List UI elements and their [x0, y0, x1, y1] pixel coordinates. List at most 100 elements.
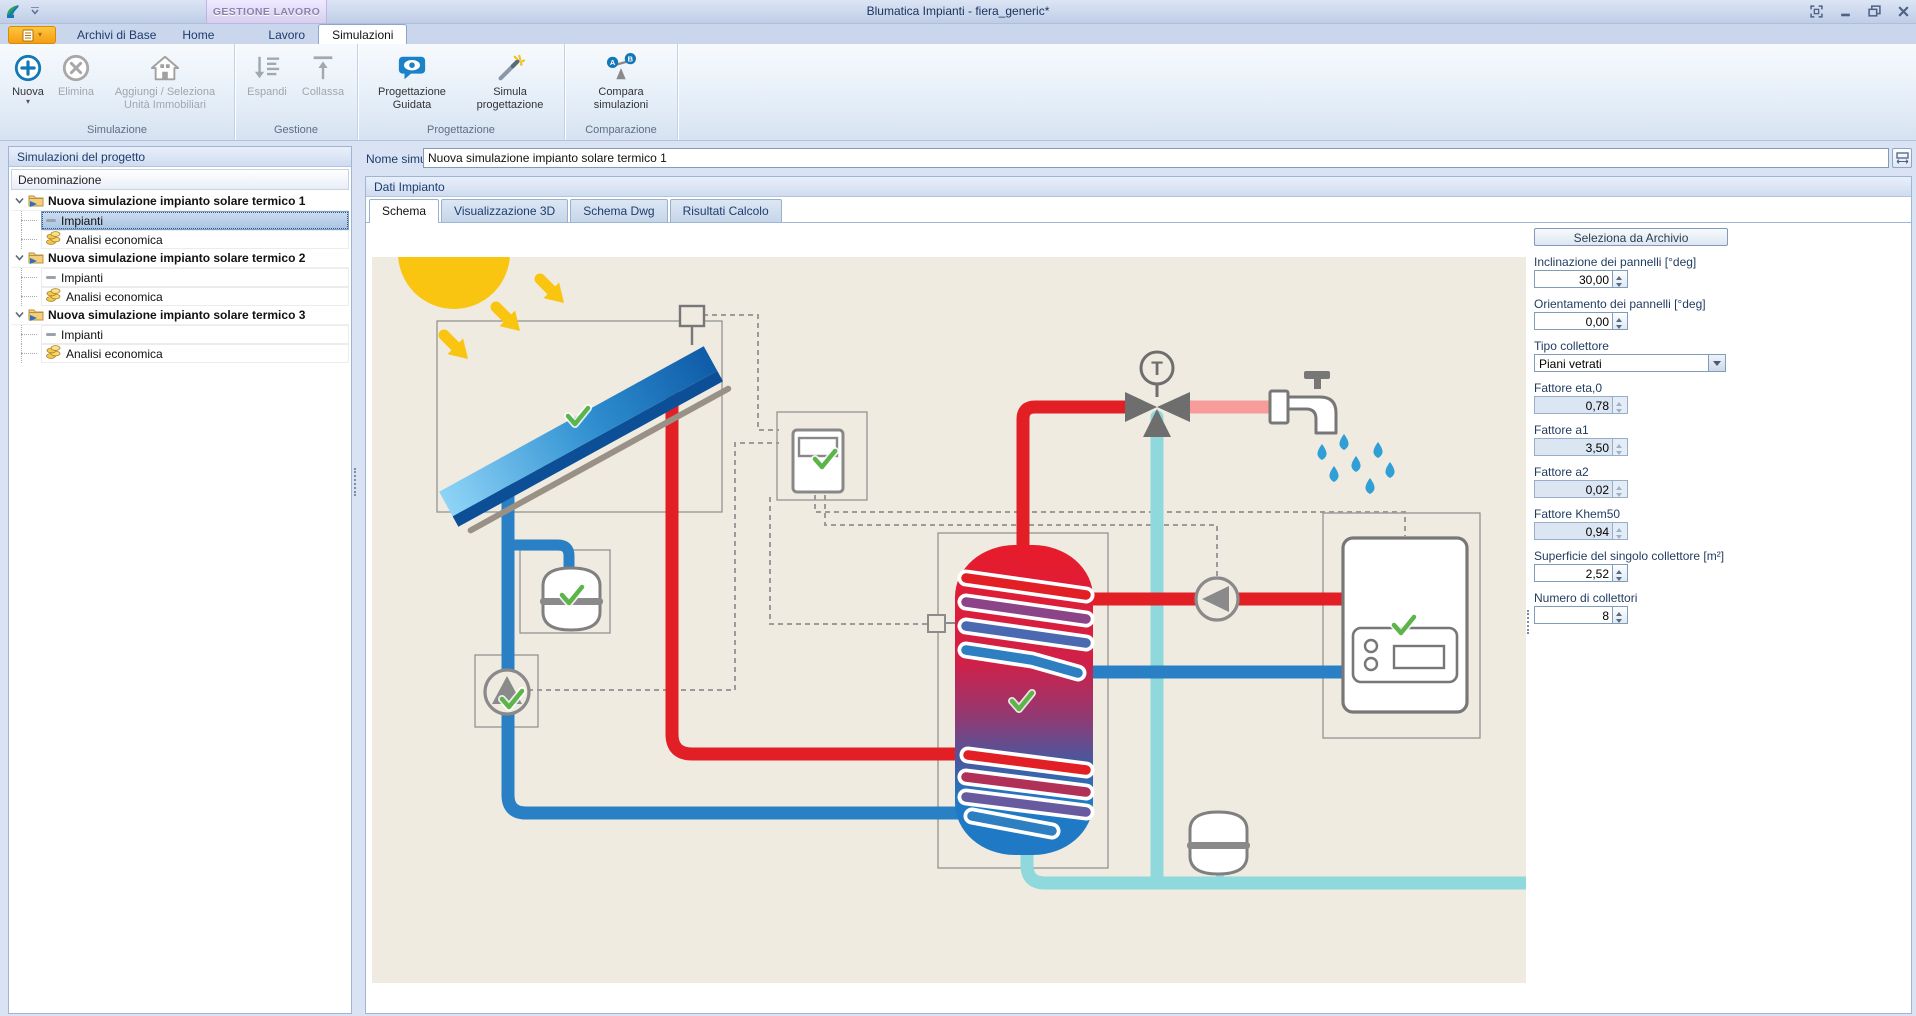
tab-schema-dwg[interactable]: Schema Dwg: [570, 199, 667, 222]
ribbon-tab-simulazioni[interactable]: Simulazioni: [318, 24, 407, 44]
simula-progettazione-button[interactable]: Simula progettazione: [461, 46, 559, 111]
group-label-comparazione: Comparazione: [570, 124, 672, 140]
document-tabs: SchemaVisualizzazione 3DSchema DwgRisult…: [366, 197, 1911, 223]
dash-icon: [46, 219, 56, 222]
param-field-superficie-collettore[interactable]: 2,52: [1534, 564, 1628, 582]
tree-node-label: Impianti: [61, 328, 103, 342]
tree-row[interactable]: Impianti: [41, 325, 349, 344]
expand-arrow-icon[interactable]: [15, 194, 24, 208]
tree-node-analisi-economica[interactable]: Analisi economica: [11, 344, 349, 363]
fullscreen-button[interactable]: [1810, 5, 1823, 18]
tree-node-impianti[interactable]: Impianti: [11, 211, 349, 230]
spinner: [1612, 397, 1627, 413]
field-width-icon: [1896, 152, 1909, 164]
ribbon-group-simulazione: Nuova ▾ Elimina Aggiungi / Seleziona Uni…: [0, 44, 235, 140]
solar-thermal-schema[interactable]: T: [372, 257, 1526, 983]
group-label-simulazione: Simulazione: [5, 124, 229, 140]
ribbon: Nuova ▾ Elimina Aggiungi / Seleziona Uni…: [0, 44, 1916, 141]
restore-button[interactable]: [1868, 5, 1881, 18]
expand-arrow-icon[interactable]: [15, 308, 24, 322]
solar-collector[interactable]: [439, 344, 732, 537]
spinner-up-icon: [1613, 397, 1627, 405]
tab-schema[interactable]: Schema: [369, 199, 439, 223]
ribbon-tab-lavoro[interactable]: Lavoro: [255, 25, 318, 44]
tree-node-label: Impianti: [61, 214, 103, 228]
expand-arrow-icon[interactable]: [15, 251, 24, 265]
field-width-button[interactable]: [1892, 148, 1912, 168]
application-menu-caret: ▾: [38, 32, 42, 38]
progettazione-guidata-button[interactable]: Progettazione Guidata: [363, 46, 461, 111]
field-value: 0,94: [1535, 523, 1612, 539]
spinner[interactable]: [1612, 313, 1627, 329]
field-value: 8: [1535, 607, 1612, 623]
tree-row[interactable]: Analisi economica: [41, 230, 349, 249]
spinner[interactable]: [1612, 565, 1627, 581]
tree-node-impianti[interactable]: Impianti: [11, 325, 349, 344]
tab-risultati-calcolo[interactable]: Risultati Calcolo: [670, 199, 782, 222]
tree-node-analisi-economica[interactable]: Analisi economica: [11, 230, 349, 249]
tree-column-header[interactable]: Denominazione: [11, 169, 349, 190]
seleziona-da-archivio-button[interactable]: Seleziona da Archivio: [1534, 228, 1728, 246]
param-label-orientamento-pannelli: Orientamento dei pannelli [°deg]: [1534, 297, 1728, 311]
tree-row[interactable]: Impianti: [41, 211, 349, 230]
ribbon-tab-archivi[interactable]: Archivi di Base: [64, 25, 169, 44]
tab-visualizzazione-3d[interactable]: Visualizzazione 3D: [441, 199, 568, 222]
compara-simulazioni-button[interactable]: AB Compara simulazioni: [570, 46, 672, 111]
tree-node-simulation[interactable]: Nuova simulazione impianto solare termic…: [11, 192, 349, 211]
spinner-down-icon[interactable]: [1613, 279, 1627, 287]
param-field-inclinazione-pannelli[interactable]: 30,00: [1534, 270, 1628, 288]
spinner-down-icon[interactable]: [1613, 615, 1627, 623]
sim-name-input[interactable]: [423, 148, 1889, 168]
nuova-dropdown-caret[interactable]: ▾: [26, 99, 30, 105]
tree-row[interactable]: Impianti: [41, 268, 349, 287]
tree-node-simulation[interactable]: Nuova simulazione impianto solare termic…: [11, 306, 349, 325]
chevron-down-icon[interactable]: [1708, 355, 1725, 371]
collassa-button: Collassa: [294, 46, 352, 99]
application-menu-icon: [22, 29, 36, 42]
close-button[interactable]: [1897, 5, 1910, 18]
spinner-up-icon[interactable]: [1613, 565, 1627, 573]
faucet: [1270, 371, 1336, 433]
simulation-folder-icon: [28, 307, 44, 324]
collapse-all-icon: [308, 50, 338, 86]
spinner-up-icon[interactable]: [1613, 607, 1627, 615]
expansion-vessel-right[interactable]: [1187, 812, 1250, 874]
svg-text:B: B: [628, 54, 634, 63]
solar-flow-pipe: [672, 367, 972, 754]
spinner-up-icon[interactable]: [1613, 313, 1627, 321]
collector-sensor: [680, 306, 704, 326]
tree-node-analisi-economica[interactable]: Analisi economica: [11, 287, 349, 306]
coins-icon: [46, 231, 61, 248]
param-label-tipo-collettore: Tipo collettore: [1534, 339, 1728, 353]
tree-node-simulation[interactable]: Nuova simulazione impianto solare termic…: [11, 249, 349, 268]
expand-all-icon: [252, 50, 282, 86]
spinner-up-icon: [1613, 439, 1627, 447]
params-splitter-handle[interactable]: [1527, 610, 1529, 634]
minimize-button[interactable]: [1839, 5, 1852, 18]
spinner-up-icon: [1613, 523, 1627, 531]
spinner-down-icon[interactable]: [1613, 321, 1627, 329]
param-field-numero-collettori[interactable]: 8: [1534, 606, 1628, 624]
application-menu-button[interactable]: ▾: [8, 26, 56, 44]
nuova-button[interactable]: Nuova ▾: [5, 46, 51, 105]
boiler-pump[interactable]: [1196, 578, 1238, 620]
spinner-down-icon[interactable]: [1613, 573, 1627, 581]
param-field-fattore-a2: 0,02: [1534, 480, 1628, 498]
three-way-valve[interactable]: T: [1125, 352, 1190, 437]
param-label-fattore-eta0: Fattore eta,0: [1534, 381, 1728, 395]
spinner-up-icon[interactable]: [1613, 271, 1627, 279]
guided-design-icon: [396, 50, 428, 86]
ribbon-tab-home[interactable]: Home: [169, 25, 227, 44]
tree-row[interactable]: Analisi economica: [41, 287, 349, 306]
field-value: 3,50: [1535, 439, 1612, 455]
spinner[interactable]: [1612, 271, 1627, 287]
house-icon: [149, 50, 181, 86]
ribbon-group-gestione: Espandi Collassa Gestione: [235, 44, 358, 140]
param-dropdown-tipo-collettore[interactable]: Piani vetrati: [1534, 354, 1726, 372]
sidebar-splitter-handle[interactable]: [354, 468, 356, 496]
spinner: [1612, 523, 1627, 539]
tree-node-impianti[interactable]: Impianti: [11, 268, 349, 287]
param-field-orientamento-pannelli[interactable]: 0,00: [1534, 312, 1628, 330]
tree-row[interactable]: Analisi economica: [41, 344, 349, 363]
spinner[interactable]: [1612, 607, 1627, 623]
